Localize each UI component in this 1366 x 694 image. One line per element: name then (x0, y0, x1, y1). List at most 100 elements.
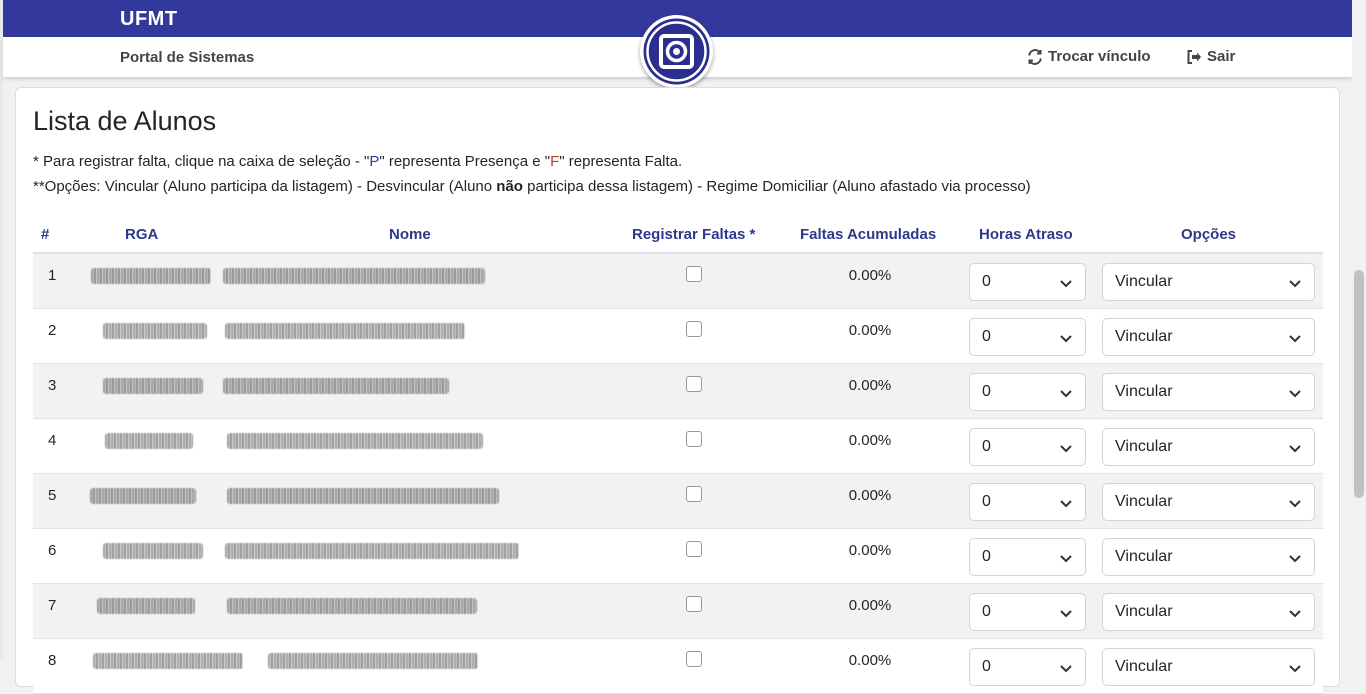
late-hours-select[interactable]: 0 (969, 593, 1086, 631)
chevron-down-icon (1289, 610, 1301, 618)
table-row: 5 0.00% 0 Vincular (33, 474, 1323, 529)
late-hours-value: 0 (982, 658, 991, 675)
redacted-name (227, 433, 483, 449)
switch-link-label: Trocar vínculo (1048, 48, 1151, 65)
redacted-rga (97, 598, 195, 614)
options-select[interactable]: Vincular (1102, 318, 1315, 356)
note-text: * Para registrar falta, clique na caixa … (33, 153, 370, 170)
options-value: Vincular (1115, 603, 1173, 620)
accumulated-absences-value: 0.00% (848, 487, 892, 504)
late-hours-select[interactable]: 0 (969, 428, 1086, 466)
late-hours-value: 0 (982, 383, 991, 400)
chevron-down-icon (1060, 555, 1072, 563)
absence-checkbox[interactable] (686, 376, 702, 392)
options-value: Vincular (1115, 658, 1173, 675)
absence-checkbox[interactable] (686, 486, 702, 502)
table-row: 2 0.00% 0 Vincular (33, 309, 1323, 364)
scrollbar-thumb[interactable] (1354, 270, 1364, 498)
late-hours-select[interactable]: 0 (969, 373, 1086, 411)
late-hours-value: 0 (982, 273, 991, 290)
options-select[interactable]: Vincular (1102, 538, 1315, 576)
late-hours-value: 0 (982, 438, 991, 455)
redacted-rga (103, 543, 203, 559)
late-hours-select[interactable]: 0 (969, 263, 1086, 301)
late-hours-value: 0 (982, 603, 991, 620)
chevron-down-icon (1289, 665, 1301, 673)
chevron-down-icon (1060, 665, 1072, 673)
absence-checkbox[interactable] (686, 541, 702, 557)
table-row: 3 0.00% 0 Vincular (33, 364, 1323, 419)
chevron-down-icon (1289, 445, 1301, 453)
sign-out-icon (1187, 49, 1201, 64)
absence-checkbox[interactable] (686, 596, 702, 612)
window-left-edge (0, 0, 3, 660)
column-accumulated-absences: Faltas Acumuladas (800, 226, 937, 243)
options-value: Vincular (1115, 328, 1173, 345)
accumulated-absences-value: 0.00% (848, 377, 892, 394)
options-note: **Opções: Vincular (Aluno participa da l… (33, 178, 1031, 195)
late-hours-select[interactable]: 0 (969, 648, 1086, 686)
redacted-name (227, 488, 499, 504)
switch-link-button[interactable]: Trocar vínculo (1027, 48, 1151, 65)
ufmt-logo[interactable] (640, 15, 713, 88)
redacted-name (268, 653, 478, 669)
page-title: Lista de Alunos (33, 106, 217, 136)
logout-label: Sair (1207, 48, 1236, 65)
students-card: Lista de Alunos * Para registrar falta, … (15, 87, 1340, 694)
note-bold: não (496, 178, 523, 195)
column-late-hours: Horas Atraso (979, 226, 1073, 243)
redacted-rga (103, 323, 207, 339)
redacted-rga (103, 378, 203, 394)
logout-button[interactable]: Sair (1186, 48, 1235, 65)
accumulated-absences-value: 0.00% (848, 542, 892, 559)
late-hours-select[interactable]: 0 (969, 483, 1086, 521)
chevron-down-icon (1289, 555, 1301, 563)
row-number: 3 (48, 377, 57, 394)
redacted-name (223, 378, 449, 394)
accumulated-absences-value: 0.00% (848, 322, 892, 339)
table-row: 7 0.00% 0 Vincular (33, 584, 1323, 639)
refresh-icon (1028, 48, 1042, 65)
accumulated-absences-value: 0.00% (848, 267, 892, 284)
options-select[interactable]: Vincular (1102, 593, 1315, 631)
options-select[interactable]: Vincular (1102, 263, 1315, 301)
note-text: participa dessa listagem) - Regime Domic… (522, 178, 1031, 195)
note-text: " representa Falta. (559, 153, 683, 170)
late-hours-select[interactable]: 0 (969, 538, 1086, 576)
row-number: 1 (48, 267, 57, 284)
accumulated-absences-value: 0.00% (848, 597, 892, 614)
options-select[interactable]: Vincular (1102, 428, 1315, 466)
row-number: 5 (48, 487, 57, 504)
absence-checkbox[interactable] (686, 321, 702, 337)
options-select[interactable]: Vincular (1102, 483, 1315, 521)
brand-title[interactable]: UFMT (120, 8, 178, 31)
row-number: 4 (48, 432, 57, 449)
chevron-down-icon (1060, 610, 1072, 618)
absence-checkbox[interactable] (686, 651, 702, 667)
options-select[interactable]: Vincular (1102, 648, 1315, 686)
chevron-down-icon (1060, 445, 1072, 453)
column-register-absences: Registrar Faltas * (632, 226, 756, 243)
column-options: Opções (1181, 226, 1237, 243)
accumulated-absences-value: 0.00% (848, 652, 892, 669)
chevron-down-icon (1060, 390, 1072, 398)
late-hours-select[interactable]: 0 (969, 318, 1086, 356)
portal-link[interactable]: Portal de Sistemas (120, 49, 254, 66)
ufmt-seal-icon (643, 18, 710, 85)
table-row: 6 0.00% 0 Vincular (33, 529, 1323, 584)
redacted-name (223, 268, 485, 284)
redacted-rga (93, 653, 243, 669)
options-value: Vincular (1115, 493, 1173, 510)
absence-checkbox[interactable] (686, 266, 702, 282)
options-select[interactable]: Vincular (1102, 373, 1315, 411)
table-header: # RGA Nome Registrar Faltas * Faltas Acu… (33, 216, 1323, 254)
instruction-note: * Para registrar falta, clique na caixa … (33, 153, 682, 170)
options-value: Vincular (1115, 273, 1173, 290)
options-value: Vincular (1115, 438, 1173, 455)
late-hours-value: 0 (982, 548, 991, 565)
note-text: " representa Presença e " (379, 153, 551, 170)
chevron-down-icon (1060, 280, 1072, 288)
redacted-name (227, 598, 477, 614)
absence-checkbox[interactable] (686, 431, 702, 447)
options-value: Vincular (1115, 548, 1173, 565)
